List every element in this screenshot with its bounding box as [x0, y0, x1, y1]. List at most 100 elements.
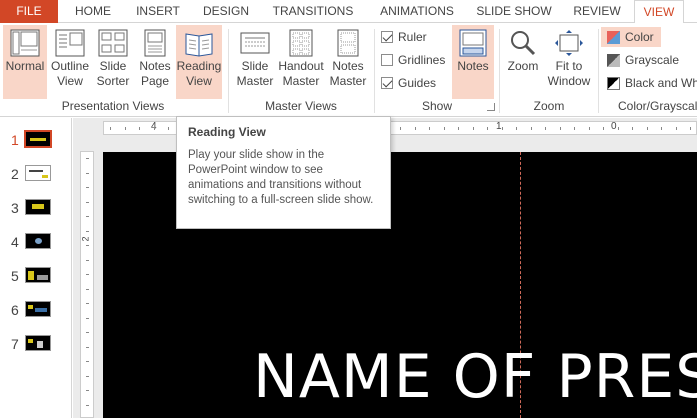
show-dialog-launcher-icon[interactable]	[487, 103, 495, 111]
slide-thumbnail[interactable]: 3	[0, 197, 72, 221]
slide-thumbnail[interactable]: 2	[0, 163, 72, 187]
ruler-tick	[86, 158, 89, 159]
ruler-tick	[516, 127, 517, 130]
guides-checkbox[interactable]: Guides	[381, 74, 449, 92]
slide-thumbnail-image[interactable]	[25, 233, 51, 249]
slide-number: 3	[11, 200, 19, 216]
slide-thumbnail-image[interactable]	[24, 130, 52, 148]
fit-to-window-label-2: Window	[547, 74, 591, 88]
ruler-tick	[86, 274, 89, 275]
slide-number: 4	[11, 234, 19, 250]
slide-thumbnail[interactable]: 7	[0, 333, 72, 357]
slide-number: 7	[11, 336, 19, 352]
group-separator	[598, 29, 599, 113]
tab-animations[interactable]: ANIMATIONS	[366, 0, 468, 23]
handout-master-button[interactable]: Handout Master	[276, 25, 326, 99]
slide-master-icon	[240, 32, 270, 54]
reading-view-icon	[185, 33, 213, 57]
ruler-tick	[86, 288, 89, 290]
color-grayscale-group-label: Color/Grayscale	[618, 99, 697, 113]
ruler-tick	[443, 127, 445, 130]
grayscale-button[interactable]: Grayscale	[601, 50, 697, 70]
ruler-checkbox-box[interactable]	[381, 31, 393, 43]
group-separator	[228, 29, 229, 113]
color-label: Color	[625, 30, 654, 44]
tab-design[interactable]: DESIGN	[192, 0, 260, 23]
ruler-tick	[414, 127, 416, 130]
gridlines-checkbox-box[interactable]	[381, 54, 393, 66]
slide-thumbnail[interactable]: 1	[0, 129, 72, 153]
slide-thumbnail[interactable]: 4	[0, 231, 72, 255]
notes-label: Notes	[457, 59, 489, 73]
notes-button[interactable]: Notes	[452, 25, 494, 99]
normal-view-label: Normal	[5, 59, 45, 73]
ruler-tick	[617, 127, 619, 130]
normal-view-button[interactable]: Normal	[3, 25, 47, 99]
ruler-tick	[545, 127, 546, 130]
tab-insert[interactable]: INSERT	[124, 0, 192, 23]
tooltip-body: Play your slide show in the PowerPoint w…	[188, 149, 374, 206]
group-separator	[499, 29, 500, 113]
tab-file[interactable]: FILE	[0, 0, 58, 23]
slide-thumbnail-image[interactable]	[25, 165, 51, 181]
slide-number: 1	[11, 132, 19, 148]
ruler-tick	[487, 127, 488, 130]
group-separator	[374, 29, 375, 113]
magnifier-icon	[511, 31, 536, 56]
guides-checkbox-label: Guides	[398, 76, 437, 90]
slide-thumbnail-image[interactable]	[25, 335, 51, 351]
ruler-tick	[429, 127, 430, 130]
ruler-tick	[86, 216, 89, 217]
slide-master-label-2: Master	[236, 74, 274, 88]
ruler-checkbox[interactable]: Ruler	[381, 28, 449, 46]
normal-view-icon	[10, 29, 40, 57]
handout-master-label-2: Master	[282, 74, 320, 88]
fit-to-window-icon	[555, 30, 583, 56]
ruler-tick	[86, 346, 89, 348]
slide-title-text[interactable]: NAME OF PRESENTATION	[253, 342, 697, 412]
black-and-white-button[interactable]: Black and White	[601, 73, 697, 93]
ruler-tick	[86, 375, 89, 377]
slide-thumbnail-pane: 1 2 3 4 5 6 7	[0, 118, 72, 418]
color-button[interactable]: Color	[601, 27, 661, 47]
slide-thumbnail-image[interactable]	[25, 301, 51, 317]
ruler-tick	[400, 127, 401, 130]
slide-sorter-icon	[98, 29, 128, 57]
gridlines-checkbox[interactable]: Gridlines	[381, 51, 449, 69]
ruler-tick	[603, 127, 604, 130]
ruler-tick	[574, 127, 575, 130]
tab-view[interactable]: VIEW	[634, 0, 684, 24]
tab-slide-show[interactable]: SLIDE SHOW	[472, 0, 556, 23]
notes-page-button[interactable]: Notes Page	[134, 25, 176, 99]
slide-thumbnail-image[interactable]	[25, 267, 51, 283]
outline-view-button[interactable]: Outline View	[48, 25, 92, 99]
ruler-tick	[168, 127, 169, 130]
reading-view-label-1: Reading	[176, 59, 222, 73]
black-and-white-swatch-icon	[607, 77, 620, 90]
slide-thumbnail-image[interactable]	[25, 199, 51, 215]
ruler-tick	[501, 127, 503, 130]
tab-home[interactable]: HOME	[62, 0, 124, 23]
ruler-tick	[86, 245, 89, 246]
fit-to-window-button[interactable]: Fit to Window	[545, 25, 593, 99]
ruler-tick	[690, 127, 691, 130]
tab-transitions[interactable]: TRANSITIONS	[262, 0, 364, 23]
slide-sorter-button[interactable]: Slide Sorter	[92, 25, 134, 99]
ruler-tick	[86, 404, 89, 406]
slide-thumbnail[interactable]: 6	[0, 299, 72, 323]
handout-master-icon	[289, 29, 313, 57]
notes-page-label-1: Notes	[139, 59, 171, 73]
ruler-tick	[139, 127, 140, 130]
vertical-ruler[interactable]: 2	[80, 151, 94, 418]
slide-thumbnail[interactable]: 5	[0, 265, 72, 289]
notes-master-label-2: Master	[329, 74, 367, 88]
slide-master-button[interactable]: Slide Master	[234, 25, 276, 99]
guides-checkbox-box[interactable]	[381, 77, 393, 89]
zoom-button[interactable]: Zoom	[503, 25, 543, 99]
notes-master-button[interactable]: Notes Master	[326, 25, 370, 99]
tab-review[interactable]: REVIEW	[566, 0, 628, 23]
show-group-label: Show	[421, 99, 453, 113]
reading-view-tooltip: Reading View Play your slide show in the…	[176, 116, 391, 229]
reading-view-button[interactable]: Reading View	[176, 25, 222, 99]
ribbon-tab-strip: FILE HOME INSERT DESIGN TRANSITIONS ANIM…	[0, 0, 697, 24]
